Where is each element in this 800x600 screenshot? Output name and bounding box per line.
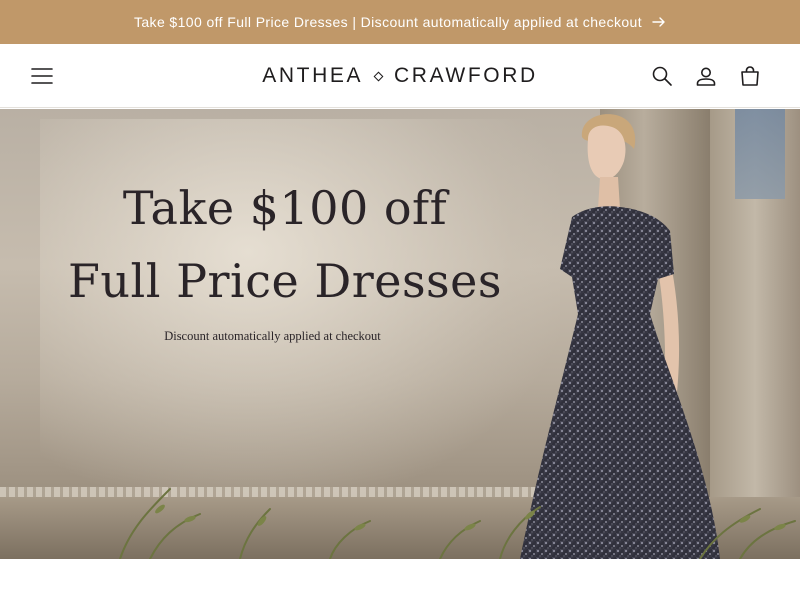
cart-icon[interactable]: [738, 64, 762, 88]
hero-text-block: Take $100 off Full Price Dresses Discoun…: [0, 109, 570, 559]
hero-banner[interactable]: Take $100 off Full Price Dresses Discoun…: [0, 109, 800, 559]
hero-heading-line2: Full Price Dresses: [68, 254, 502, 308]
logo-text-right: CRAWFORD: [394, 64, 538, 87]
hero-subtext: Discount automatically applied at checko…: [164, 329, 381, 343]
logo-text-left: ANTHEA: [262, 64, 364, 87]
account-icon[interactable]: [694, 64, 718, 88]
logo-diamond: [373, 71, 384, 81]
arrow-right-icon: [652, 17, 665, 27]
brand-logo[interactable]: ANTHEA CRAWFORD: [0, 63, 800, 89]
announcement-text: Take $100 off Full Price Dresses | Disco…: [133, 14, 643, 30]
search-icon[interactable]: [650, 64, 674, 88]
hero-heading-line1: Take $100 off: [122, 181, 448, 235]
site-header: ANTHEA CRAWFORD: [0, 44, 800, 108]
announcement-bar[interactable]: Take $100 off Full Price Dresses | Disco…: [0, 0, 800, 44]
